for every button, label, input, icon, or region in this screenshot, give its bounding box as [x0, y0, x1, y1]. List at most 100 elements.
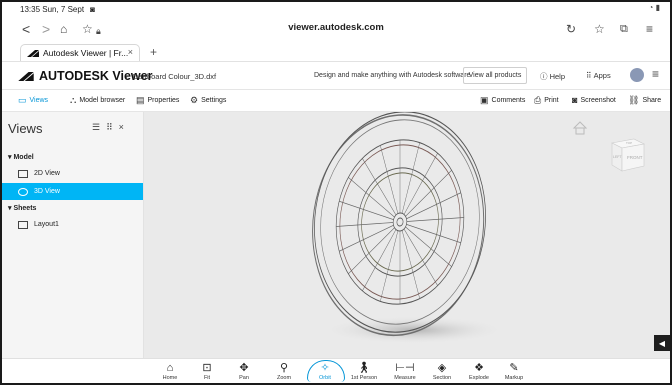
fit-tool-button[interactable]: ⊡ Fit [191, 362, 223, 381]
properties-icon: ▤ [136, 95, 145, 105]
pencil-icon: ✎ [509, 362, 519, 374]
grid-view-icon[interactable]: ⠿ [106, 122, 119, 132]
tool-label: Measure [394, 375, 416, 381]
help-button[interactable]: ⓘ Help [540, 71, 565, 82]
zoom-tool-button[interactable]: ⚲ Zoom [268, 362, 300, 381]
tool-label: Markup [504, 375, 524, 381]
screen-frame: 13:35 Sun, 7 Sept ◙ ◔ ▮ < > ⌂ ☆ 🔒︎ viewe… [0, 0, 672, 385]
tab-close-icon[interactable]: × [128, 47, 133, 57]
camera-icon: ◙ [572, 95, 578, 105]
view-item-label: 2D View [34, 170, 60, 177]
first-person-tool-button[interactable]: 🚶︎ 1st Person [348, 362, 380, 381]
browser-menu-icon[interactable]: ≡ [646, 20, 653, 38]
screenshot-button[interactable]: ◙ Screenshot [572, 95, 616, 105]
properties-button[interactable]: ▤ Properties [136, 95, 179, 106]
settings-label: Settings [201, 97, 227, 104]
tool-label: Section [432, 375, 452, 381]
cube-top-label: TOP [626, 141, 632, 145]
share-button[interactable]: ⛓ Share [628, 95, 661, 106]
explode-tool-button[interactable]: ❖ Explode [463, 362, 495, 381]
markup-tool-button[interactable]: ✎ Markup [498, 362, 530, 381]
model-tree-icon: ⛬ [70, 95, 77, 105]
panel-title: Views [8, 121, 43, 136]
model-browser-button[interactable]: ⛬ Model browser [70, 95, 125, 106]
view-item-label: 3D View [34, 188, 60, 195]
favorite-star-icon[interactable]: ☆ [594, 20, 605, 38]
explode-icon: ❖ [474, 362, 484, 374]
view-2d-icon [18, 169, 28, 178]
view-item-2d[interactable]: 2D View [2, 165, 143, 182]
chevron-right-icon: › [125, 72, 128, 81]
sheet-icon [18, 220, 28, 229]
cube-front-label: FRONT [627, 155, 643, 160]
ruler-icon: ⊢⊣ [395, 362, 415, 374]
sheets-section-header[interactable]: ▾ Sheets [8, 204, 36, 212]
feedback-tab[interactable]: ◀ [654, 335, 670, 351]
view-cube[interactable]: TOP LEFT FRONT [604, 135, 646, 173]
screenshot-label: Screenshot [580, 96, 616, 104]
properties-label: Properties [147, 97, 180, 104]
section-cube-icon: ◈ [437, 362, 447, 374]
view-all-products-button[interactable]: View all products [463, 67, 527, 84]
status-time: 13:35 Sun, 7 Sept [20, 4, 85, 14]
help-label: Help [549, 72, 566, 81]
notification-icon: ◙ [90, 4, 95, 14]
fit-icon: ⊡ [202, 362, 212, 374]
panel-view-toggles: ☰⠿× [92, 122, 130, 133]
hamburger-menu-icon[interactable]: ≡ [652, 67, 659, 81]
close-panel-icon[interactable]: × [119, 122, 130, 132]
section-tool-button[interactable]: ◈ Section [426, 362, 458, 381]
views-panel: Views ☰⠿× ▾ Model 2D View 3D View ▾ Shee… [2, 112, 144, 358]
view-home-icon[interactable] [572, 121, 588, 135]
view-item-3d[interactable]: 3D View [2, 183, 143, 200]
home-tool-button[interactable]: ⌂ Home [154, 362, 186, 381]
model-section-header[interactable]: ▾ Model [8, 153, 34, 161]
device-status-bar: 13:35 Sun, 7 Sept ◙ ◔ ▮ [2, 2, 670, 16]
autodesk-logo-icon [18, 71, 34, 81]
tool-label: Explode [469, 375, 489, 381]
view-3d-icon [18, 187, 28, 196]
walk-icon: 🚶︎ [357, 362, 371, 374]
views-button[interactable]: ▭ Views [18, 95, 48, 106]
navigation-toolbar: ⌂ Home ⊡ Fit ✥ Pan ⚲ Zoom ✧ Orbit 🚶︎ 1st Perso… [2, 358, 670, 383]
settings-button[interactable]: ⚙ Settings [190, 95, 226, 106]
printer-icon: ⎙ [534, 95, 542, 105]
browser-tab[interactable]: Autodesk Viewer | Fr... × [20, 44, 140, 61]
print-button[interactable]: ⎙ Print [534, 95, 559, 106]
avatar[interactable] [630, 68, 644, 82]
orbit-tool-button[interactable]: ✧ Orbit [309, 362, 341, 381]
orbit-icon: ✧ [320, 362, 330, 374]
caret-down-icon: ▾ [8, 154, 12, 161]
tool-label: 1st Person [350, 375, 378, 381]
sheet-item-layout1[interactable]: Layout1 [2, 216, 143, 233]
sheet-item-label: Layout1 [34, 221, 59, 228]
print-label: Print [544, 97, 559, 104]
tagline: Design and make anything with Autodesk s… [314, 72, 471, 79]
sheets-section-label: Sheets [13, 205, 37, 212]
caret-down-icon: ▾ [8, 205, 12, 212]
pan-tool-button[interactable]: ✥ Pan [228, 362, 260, 381]
battery-signal-icon: ◔ ▮ [648, 3, 660, 12]
apps-button[interactable]: ⠿ Apps [586, 71, 611, 80]
measure-tool-button[interactable]: ⊢⊣ Measure [389, 362, 421, 381]
home-icon: ⌂ [166, 362, 174, 374]
autodesk-logo-icon [27, 49, 39, 57]
link-icon: ⛓ [628, 95, 640, 105]
help-icon: ⓘ [540, 72, 548, 81]
new-tab-icon[interactable]: + [150, 45, 157, 59]
share-label: Share [642, 97, 662, 104]
model-section-label: Model [13, 154, 34, 161]
zoom-icon: ⚲ [279, 362, 289, 374]
views-label: Views [29, 97, 49, 104]
gear-icon: ⚙ [190, 95, 199, 105]
comment-icon: ▣ [480, 95, 489, 105]
viewer-canvas[interactable] [144, 111, 670, 358]
tool-label: Fit [203, 375, 211, 381]
pan-icon: ✥ [239, 362, 249, 374]
comments-button[interactable]: ▣ Comments [480, 95, 525, 106]
browser-tab-strip: Autodesk Viewer | Fr... × + [2, 42, 670, 62]
model-browser-label: Model browser [79, 97, 126, 104]
tabs-icon[interactable]: ⧉ [620, 20, 628, 38]
list-view-icon[interactable]: ☰ [92, 122, 106, 132]
reload-icon[interactable]: ↻ [566, 20, 576, 38]
